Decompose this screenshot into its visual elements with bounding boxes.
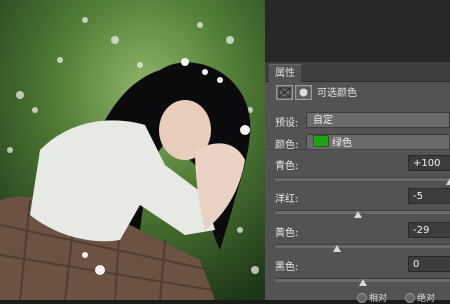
green-swatch [313,135,329,147]
slider-label: 黑色: [275,262,299,273]
photo-canvas[interactable] [0,0,265,300]
slider-thumb[interactable] [358,279,367,286]
slider-label: 黄色: [275,228,299,239]
layer-mask-thumbnail-icon[interactable] [276,85,293,100]
slider-value-field[interactable]: 0 [408,256,450,272]
preset-row: 预设: 自定 [265,112,450,130]
adjustment-title-row: 可选颜色 [265,82,450,102]
slider-value-field[interactable]: -29 [408,222,450,238]
panel-top-gap [265,0,450,62]
slider-thumb[interactable] [354,211,363,218]
slider-track[interactable] [275,177,450,185]
color-dropdown[interactable]: 绿色 [306,134,450,150]
slider-track[interactable] [275,278,450,286]
radio-relative-label: 相对 [369,294,388,304]
slider-yellow: 黄色: -29 [265,222,450,260]
divider [268,149,450,150]
preset-label: 预设: [275,118,299,129]
radio-absolute[interactable] [405,293,415,303]
slider-value-field[interactable]: -5 [408,188,450,204]
radio-relative[interactable] [357,293,367,303]
panel-tab-bar: 属性 [265,62,450,82]
slider-label: 洋红: [275,194,299,205]
preset-dropdown[interactable]: 自定 [306,112,450,128]
color-dropdown-value: 绿色 [332,138,352,149]
slider-label: 青色: [275,161,299,172]
tab-properties[interactable]: 属性 [269,64,301,82]
slider-thumb[interactable] [446,178,450,185]
slider-value-field[interactable]: +100 [408,155,450,171]
slider-magenta: 洋红: -5 [265,188,450,226]
method-radio-group: 相对 绝对 [265,290,450,304]
radio-absolute-label: 绝对 [417,294,436,304]
slider-black: 黑色: 0 [265,256,450,294]
slider-thumb[interactable] [333,245,342,252]
adjustment-title: 可选颜色 [317,88,357,99]
slider-track[interactable] [275,210,450,218]
slider-track[interactable] [275,244,450,252]
mask-circle-icon[interactable] [295,85,312,100]
photo-illustration [0,0,265,300]
